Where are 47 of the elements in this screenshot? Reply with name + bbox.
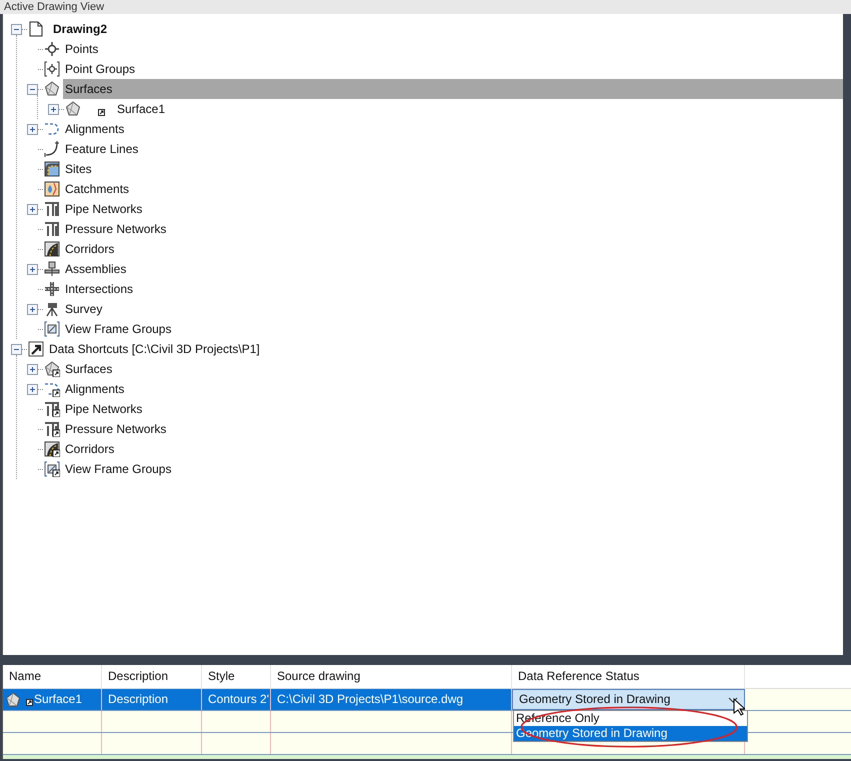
expand-toggle[interactable] [27,384,38,394]
tree-item[interactable]: Surfaces [63,359,114,379]
tree-item[interactable]: Data Shortcuts [C:\Civil 3D Projects\P1] [47,339,262,359]
tree-item[interactable]: View Frame Groups [63,319,174,339]
tree-item[interactable]: Pipe Networks [63,399,144,419]
column-header[interactable]: Data Reference Status [512,665,745,688]
expand-toggle[interactable] [27,264,38,274]
tree-item[interactable]: Alignments [63,119,126,139]
tree-item[interactable]: Drawing2 [51,19,110,39]
table-cell: Contours 2' [202,689,271,710]
expand-toggle[interactable] [48,104,59,114]
status-dropdown[interactable]: Geometry Stored in Drawing [512,689,745,710]
table-cell-text: Surface1 [34,691,82,708]
column-header[interactable]: Source drawing [271,665,512,688]
tree-item[interactable]: Pressure Networks [63,219,168,239]
tree-item[interactable]: Intersections [63,279,136,299]
collapse-toggle[interactable] [11,24,22,34]
tree-item[interactable]: Assemblies [63,259,128,279]
collapse-toggle[interactable] [11,344,22,354]
tree-item[interactable]: Catchments [63,179,132,199]
tree-item[interactable]: View Frame Groups [63,459,174,479]
tree-item[interactable]: Surface1 [115,99,168,119]
tree-item[interactable]: Alignments [63,379,126,399]
expand-toggle[interactable] [27,124,38,134]
panel-title: Active Drawing View [3,0,104,14]
tree-item[interactable]: Surfaces [63,79,843,99]
tree-item[interactable]: Sites [63,159,94,179]
tree-item[interactable]: Corridors [63,239,116,259]
tree-item[interactable]: Pressure Networks [63,419,168,439]
table-row[interactable]: Surface1 Description Contours 2' C:\Civil 3D Projects\P1\source.dwg Geometry Stored in Drawing [3,689,851,711]
expand-toggle[interactable] [27,364,38,374]
caret-icon [728,696,738,702]
expand-toggle[interactable] [27,204,38,214]
tree-item[interactable]: Points [63,39,100,59]
tree-item[interactable]: Corridors [63,439,116,459]
table-cell: Description [102,689,202,710]
tree-item[interactable]: Point Groups [63,59,138,79]
column-header[interactable]: Name [3,665,102,688]
column-header[interactable]: Style [202,665,271,688]
table-cell: C:\Civil 3D Projects\P1\source.dwg [271,689,512,710]
column-header[interactable]: Description [102,665,202,688]
shortcut-badge-icon [26,699,33,706]
collapse-toggle[interactable] [27,84,38,94]
tree-item[interactable]: Feature Lines [63,139,140,159]
tree-item[interactable]: Pipe Networks [63,199,144,219]
expand-toggle[interactable] [27,304,38,314]
tree-item[interactable]: Survey [63,299,104,319]
